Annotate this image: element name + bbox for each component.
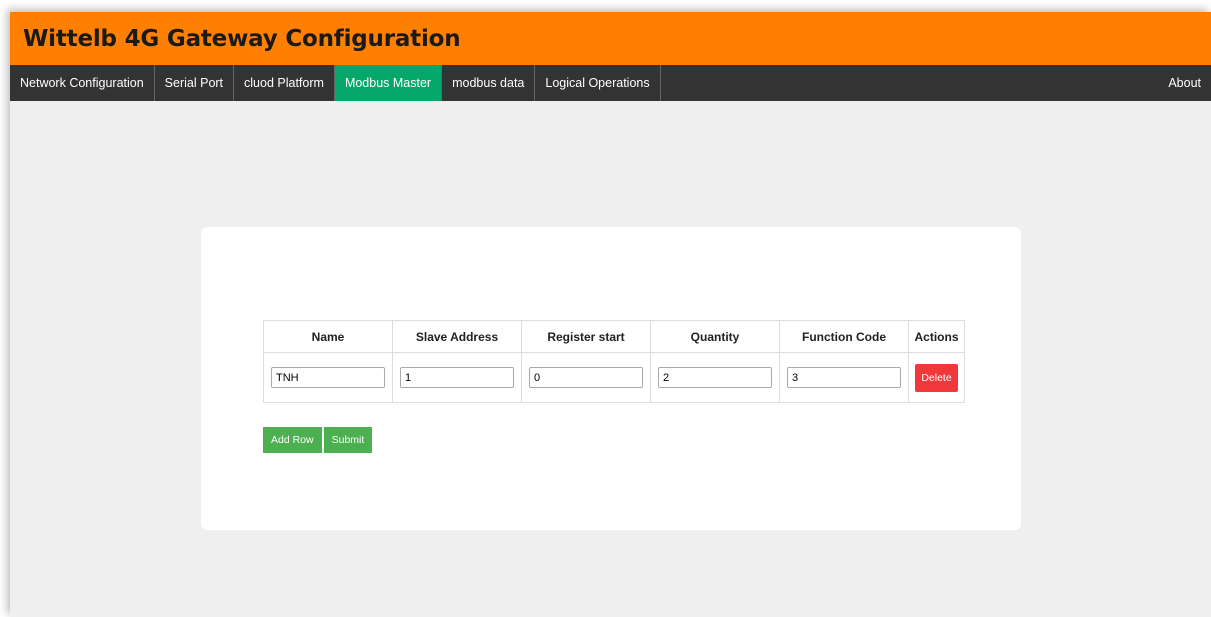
submit-button[interactable]: Submit	[323, 427, 373, 453]
name-input[interactable]	[271, 367, 385, 388]
nav-serial-port[interactable]: Serial Port	[155, 65, 235, 101]
column-header-slave-address: Slave Address	[392, 320, 522, 353]
cell-register-start	[521, 352, 651, 403]
add-row-button[interactable]: Add Row	[263, 427, 322, 453]
modbus-master-table: Name Slave Address Register start Quanti…	[263, 320, 965, 403]
column-header-quantity: Quantity	[650, 320, 780, 353]
column-header-function-code: Function Code	[779, 320, 909, 353]
modbus-master-card: Name Slave Address Register start Quanti…	[201, 227, 1021, 530]
column-header-name: Name	[263, 320, 393, 353]
table-header-row: Name Slave Address Register start Quanti…	[263, 320, 965, 353]
quantity-input[interactable]	[658, 367, 772, 388]
register-start-input[interactable]	[529, 367, 643, 388]
app-window: Wittelb 4G Gateway Configuration Network…	[10, 12, 1211, 617]
cell-quantity	[650, 352, 780, 403]
nav-logical-operations[interactable]: Logical Operations	[535, 65, 661, 101]
cell-slave-address	[392, 352, 522, 403]
cell-name	[263, 352, 393, 403]
nav-modbus-data[interactable]: modbus data	[442, 65, 536, 101]
nav-about[interactable]: About	[1158, 65, 1211, 101]
slave-address-input[interactable]	[400, 367, 514, 388]
cell-actions: Delete	[908, 352, 965, 403]
table-row: Delete	[263, 352, 965, 403]
function-code-input[interactable]	[787, 367, 901, 388]
nav-cloud-platform[interactable]: cluod Platform	[234, 65, 335, 101]
nav-network-configuration[interactable]: Network Configuration	[10, 65, 155, 101]
app-header: Wittelb 4G Gateway Configuration	[10, 12, 1211, 65]
cell-function-code	[779, 352, 909, 403]
column-header-register-start: Register start	[521, 320, 651, 353]
page-title: Wittelb 4G Gateway Configuration	[23, 25, 461, 52]
nav-modbus-master[interactable]: Modbus Master	[334, 65, 443, 101]
form-actions: Add Row Submit	[263, 427, 373, 453]
column-header-actions: Actions	[908, 320, 965, 353]
delete-row-button[interactable]: Delete	[915, 363, 958, 392]
main-nav: Network Configuration Serial Port cluod …	[10, 65, 1211, 101]
